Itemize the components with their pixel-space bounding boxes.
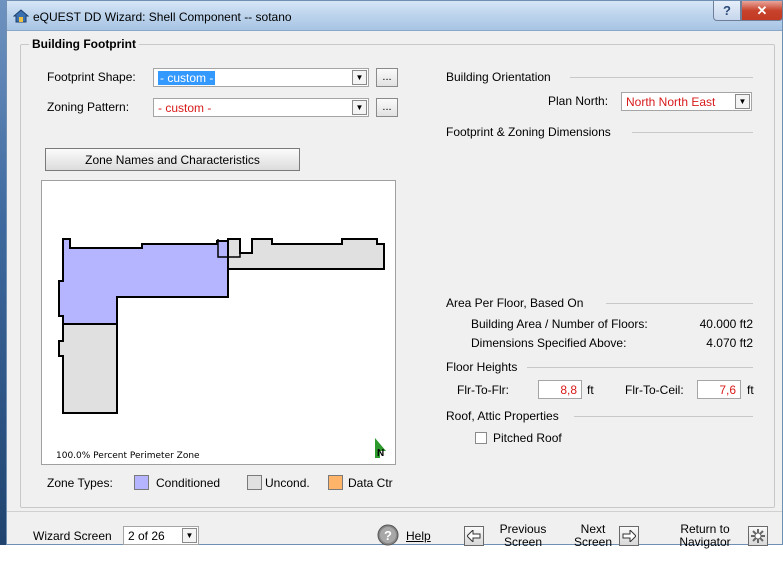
arrow-left-icon xyxy=(467,530,481,542)
unconditioned-label: Uncond. xyxy=(265,476,310,490)
pitched-roof-checkbox[interactable] xyxy=(475,432,487,444)
footprint-shape-value: - custom - xyxy=(158,71,216,85)
zoning-pattern-ellipsis-button[interactable]: ... xyxy=(376,98,398,117)
data-center-label: Data Ctr xyxy=(348,476,393,490)
floor-heights-divider xyxy=(527,367,753,368)
footprint-shape-select[interactable]: - custom - ▼ xyxy=(153,68,369,87)
desktop-bottom xyxy=(0,545,783,563)
building-area-value: 40.000 ft2 xyxy=(699,317,753,331)
wizard-screen-label: Wizard Screen xyxy=(33,529,112,543)
close-icon: ✕ xyxy=(756,2,768,18)
flr-to-ceil-value: 7,6 xyxy=(719,383,736,397)
arrow-right-icon xyxy=(622,530,636,542)
zone-names-button-label: Zone Names and Characteristics xyxy=(85,152,260,167)
footprint-shape-ellipsis-button[interactable]: ... xyxy=(376,68,398,87)
roof-attic-title: Roof, Attic Properties xyxy=(446,409,559,423)
help-link[interactable]: Help xyxy=(406,529,431,543)
conditioned-label: Conditioned xyxy=(156,476,221,490)
roof-divider xyxy=(574,416,753,417)
zoning-pattern-select[interactable]: - custom - ▼ xyxy=(153,98,369,117)
zoning-pattern-value: - custom - xyxy=(158,101,212,115)
conditioned-swatch xyxy=(134,475,149,490)
plan-north-value: North North East xyxy=(626,95,716,109)
zone-names-button[interactable]: Zone Names and Characteristics xyxy=(45,148,300,171)
wizard-screen-select[interactable]: 2 of 26 ▼ xyxy=(123,526,199,545)
help-glyph: ? xyxy=(723,3,731,18)
orientation-divider xyxy=(570,77,753,78)
flr-to-flr-label: Flr-To-Flr: xyxy=(457,383,509,397)
return-navigator-label[interactable]: Return to Navigator xyxy=(675,523,735,549)
previous-screen-label[interactable]: Previous Screen xyxy=(495,523,551,549)
next-screen-button[interactable] xyxy=(619,526,639,546)
help-icon[interactable]: ? xyxy=(377,524,399,546)
svg-text:?: ? xyxy=(384,528,392,543)
window-title: eQUEST DD Wizard: Shell Component -- sot… xyxy=(33,10,292,24)
flr-to-flr-value: 8,8 xyxy=(560,383,577,397)
dimensions-area-value: 4.070 ft2 xyxy=(706,336,753,350)
house-icon xyxy=(13,9,29,23)
chevron-down-icon: ▼ xyxy=(182,528,197,543)
dimensions-divider xyxy=(632,132,753,133)
flr-to-ceil-label: Flr-To-Ceil: xyxy=(625,383,684,397)
client-area: Building Footprint Footprint Shape: - cu… xyxy=(7,32,782,549)
footprint-dimensions-title: Footprint & Zoning Dimensions xyxy=(446,125,611,139)
wizard-screen-value: 2 of 26 xyxy=(128,529,165,543)
previous-line2: Screen xyxy=(503,535,543,549)
next-line2: Screen xyxy=(573,535,613,549)
close-button[interactable]: ✕ xyxy=(741,1,783,21)
previous-screen-button[interactable] xyxy=(464,526,484,546)
title-bar[interactable]: eQUEST DD Wizard: Shell Component -- sot… xyxy=(7,1,783,31)
building-orientation-title: Building Orientation xyxy=(446,70,551,84)
conditioned-zone xyxy=(58,238,229,325)
group-legend: Building Footprint xyxy=(29,37,139,51)
navigator-icon xyxy=(751,529,765,543)
plan-north-select[interactable]: North North East ▼ xyxy=(621,92,752,111)
footprint-preview[interactable]: 100.0% Percent Perimeter Zone N xyxy=(41,180,396,465)
building-area-label: Building Area / Number of Floors: xyxy=(471,317,648,331)
ellipsis-label: ... xyxy=(382,71,392,83)
unconditioned-swatch xyxy=(247,475,262,490)
zone-types-label: Zone Types: xyxy=(47,476,113,490)
plan-north-label: Plan North: xyxy=(548,94,609,108)
chevron-down-icon: ▼ xyxy=(352,100,367,115)
wizard-window: eQUEST DD Wizard: Shell Component -- sot… xyxy=(6,0,783,549)
next-screen-label[interactable]: Next Screen xyxy=(571,523,615,549)
data-center-swatch xyxy=(328,475,343,490)
flr-to-ceil-input[interactable]: 7,6 xyxy=(697,380,741,399)
floor-heights-title: Floor Heights xyxy=(446,360,518,374)
footer-divider xyxy=(7,511,782,512)
pitched-roof-label: Pitched Roof xyxy=(493,431,562,445)
unconditioned-zone-lower xyxy=(58,323,118,414)
flr-to-ceil-unit: ft xyxy=(747,383,754,397)
return-line2: Navigator xyxy=(679,535,731,549)
flr-to-flr-input[interactable]: 8,8 xyxy=(538,380,582,399)
dimensions-area-label: Dimensions Specified Above: xyxy=(471,336,627,350)
area-divider xyxy=(606,303,753,304)
title-help-button[interactable]: ? xyxy=(713,1,741,21)
footprint-drawing xyxy=(58,238,385,414)
north-label: N xyxy=(377,448,384,459)
return-navigator-button[interactable] xyxy=(748,526,768,546)
ellipsis-label: ... xyxy=(382,101,392,113)
zoning-pattern-label: Zoning Pattern: xyxy=(47,100,130,114)
north-arrow-icon: N xyxy=(375,438,386,459)
chevron-down-icon: ▼ xyxy=(735,94,750,109)
area-per-floor-title: Area Per Floor, Based On xyxy=(446,296,584,310)
footprint-shape-label: Footprint Shape: xyxy=(47,70,136,84)
unconditioned-zone-right xyxy=(227,238,385,270)
flr-to-flr-unit: ft xyxy=(587,383,594,397)
perimeter-zone-label: 100.0% Percent Perimeter Zone xyxy=(56,451,200,461)
chevron-down-icon: ▼ xyxy=(352,70,367,85)
